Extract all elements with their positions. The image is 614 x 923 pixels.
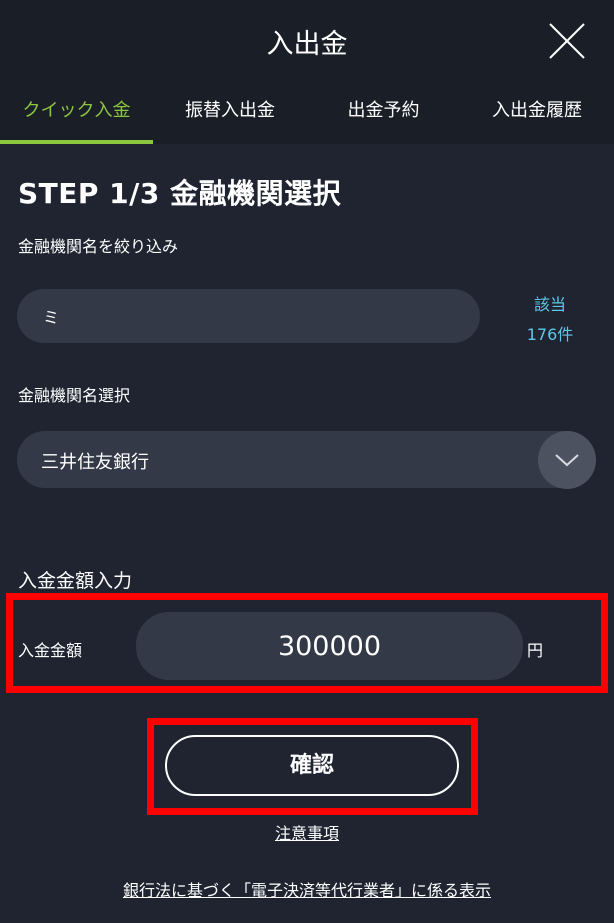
bank-filter-input[interactable]	[17, 289, 480, 343]
active-tab-indicator	[0, 140, 153, 144]
yen-unit: 円	[527, 641, 544, 660]
page-title: 入出金	[266, 29, 348, 60]
amount-input[interactable]	[136, 612, 523, 680]
tab-withdraw-reservation[interactable]: 出金予約	[307, 80, 460, 144]
bank-select-label: 金融機関名選択	[18, 386, 131, 405]
chevron-down-icon	[555, 454, 579, 467]
filter-label: 金融機関名を絞り込み	[18, 237, 179, 256]
amount-section-title: 入金金額入力	[18, 570, 133, 592]
bank-select[interactable]: 三井住友銀行	[17, 431, 595, 488]
match-count-value: 176件	[526, 325, 574, 344]
banking-act-link[interactable]: 銀行法に基づく「電子決済等代行業者」に係る表示	[0, 877, 614, 901]
step-title: STEP 1/3 金融機関選択	[18, 177, 342, 210]
bank-select-value: 三井住友銀行	[41, 452, 149, 473]
tab-transfer[interactable]: 振替入出金	[153, 80, 307, 144]
tab-history[interactable]: 入出金履歴	[460, 80, 614, 144]
match-label: 該当	[533, 295, 566, 314]
notice-link[interactable]: 注意事項	[0, 820, 614, 844]
tab-quick-deposit[interactable]: クイック入金	[0, 80, 153, 144]
confirm-button[interactable]: 確認	[165, 735, 459, 796]
close-icon[interactable]	[548, 22, 586, 60]
dropdown-button[interactable]	[538, 431, 596, 489]
header: 入出金	[0, 0, 614, 80]
amount-label: 入金金額	[18, 641, 83, 660]
match-count: 該当 176件	[520, 290, 580, 350]
tab-bar: クイック入金 振替入出金 出金予約 入出金履歴	[0, 80, 614, 144]
